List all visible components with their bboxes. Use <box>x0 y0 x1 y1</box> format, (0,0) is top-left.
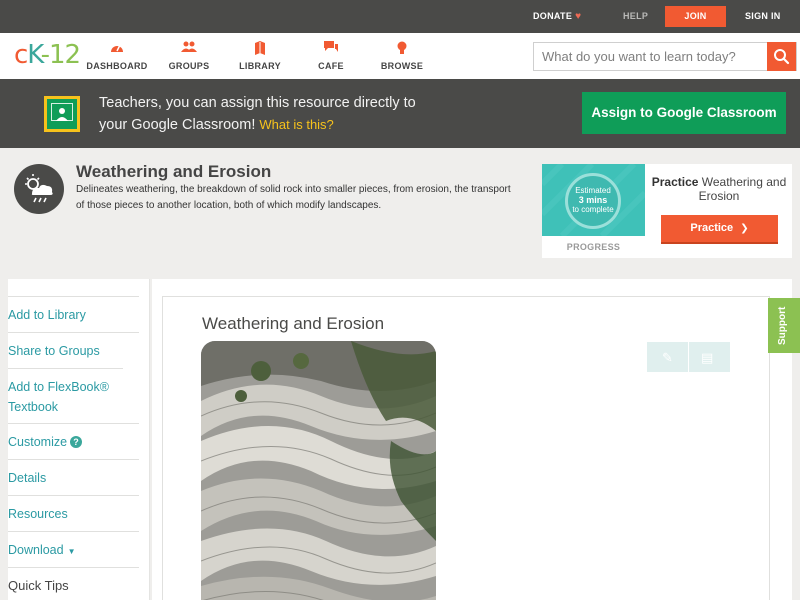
nav-cafe[interactable]: CAFE <box>296 41 366 71</box>
customize-link[interactable]: Customize? <box>8 423 139 460</box>
share-to-groups-label: Share to Groups <box>8 344 100 358</box>
heart-icon: ♥ <box>575 11 582 22</box>
chat-icon <box>296 41 366 57</box>
nav-dashboard-label: DASHBOARD <box>86 61 148 71</box>
search-icon <box>774 49 790 65</box>
notes-icon[interactable]: ▤ <box>701 350 713 366</box>
weather-icon <box>14 164 64 214</box>
search-box <box>533 42 797 71</box>
assign-to-google-classroom-button[interactable]: Assign to Google Classroom <box>582 92 786 134</box>
ck12-logo[interactable]: cK-12 <box>14 40 81 70</box>
logo-k: K <box>27 40 41 70</box>
donate-label: DONATE <box>533 11 573 21</box>
donate-link[interactable]: DONATE ♥ <box>533 0 581 33</box>
chevron-right-icon: ❯ <box>740 223 749 234</box>
nav-browse[interactable]: BROWSE <box>367 41 437 71</box>
concept-description: Delineates weathering, the breakdown of … <box>76 184 511 211</box>
users-icon <box>154 41 224 57</box>
lightbulb-icon <box>367 41 437 57</box>
nav-groups[interactable]: GROUPS <box>154 41 224 71</box>
quick-tips-label: Quick Tips <box>8 578 69 593</box>
practice-title: Practice Weathering and Erosion <box>648 175 790 203</box>
pencil-icon[interactable]: ✎ <box>662 350 673 366</box>
nav-dashboard[interactable]: DASHBOARD <box>82 41 152 71</box>
estimate-graphic: Estimated 3 mins to complete <box>542 164 645 236</box>
search-button[interactable] <box>767 42 796 71</box>
support-label: Support <box>777 306 788 345</box>
details-label: Details <box>8 471 47 485</box>
classroom-line1: Teachers, you can assign this resource d… <box>99 95 416 111</box>
add-to-flexbook-link[interactable]: Add to FlexBook® Textbook <box>8 368 123 424</box>
tool-divider <box>688 342 689 372</box>
details-link[interactable]: Details <box>8 459 139 496</box>
rock-formation-image <box>201 341 436 600</box>
classroom-person-icon <box>56 108 68 121</box>
to-complete-label: to complete <box>572 205 614 214</box>
practice-title-bold: Practice <box>651 175 699 189</box>
quick-tips-heading[interactable]: Quick Tips <box>8 567 139 600</box>
resources-label: Resources <box>8 507 68 521</box>
practice-button-label: Practice <box>690 222 734 234</box>
book-icon <box>225 41 295 57</box>
content-tools: ✎ ▤ <box>647 342 730 372</box>
nav-browse-label: BROWSE <box>380 61 424 71</box>
search-input[interactable] <box>534 43 770 70</box>
nav-library-label: LIBRARY <box>239 61 281 71</box>
sign-in-link[interactable]: SIGN IN <box>745 0 781 33</box>
progress-label: PROGRESS <box>566 242 621 252</box>
support-tab[interactable]: Support <box>768 298 800 353</box>
concept-title: Weathering and Erosion <box>76 162 272 181</box>
logo-c: c <box>14 40 28 70</box>
nav-groups-label: GROUPS <box>168 61 210 71</box>
download-link[interactable]: Download ▼ <box>8 531 139 568</box>
nav-library[interactable]: LIBRARY <box>225 41 295 71</box>
resources-link[interactable]: Resources <box>8 495 139 532</box>
help-link[interactable]: HELP <box>623 0 648 33</box>
estimate-ring: Estimated 3 mins to complete <box>565 173 621 229</box>
customize-label: Customize <box>8 435 68 449</box>
classroom-line2: your Google Classroom! <box>99 117 256 133</box>
add-to-library-label: Add to Library <box>8 308 86 322</box>
add-to-flexbook-label: Add to FlexBook® Textbook <box>8 380 109 414</box>
nav-cafe-label: CAFE <box>318 61 344 71</box>
google-classroom-icon <box>44 96 80 132</box>
what-is-this-link[interactable]: What is this? <box>259 117 333 132</box>
gauge-icon <box>82 41 152 57</box>
estimated-minutes: 3 mins <box>578 195 608 205</box>
share-to-groups-link[interactable]: Share to Groups <box>8 332 139 369</box>
caret-down-icon: ▼ <box>67 547 76 556</box>
google-classroom-banner: Teachers, you can assign this resource d… <box>0 79 800 148</box>
practice-title-rest: Weathering and Erosion <box>698 175 787 203</box>
practice-card: Estimated 3 mins to complete PROGRESS Pr… <box>542 164 792 258</box>
logo-12: -12 <box>40 40 81 70</box>
estimated-label: Estimated <box>575 186 611 195</box>
top-utility-bar: DONATE ♥ HELP JOIN SIGN IN <box>0 0 800 33</box>
classroom-message: Teachers, you can assign this resource d… <box>99 93 479 136</box>
main-nav-bar: cK-12 DASHBOARD GROUPS LIBRARY CAFE BROW… <box>0 33 800 79</box>
content-title: Weathering and Erosion <box>202 314 385 333</box>
help-question-icon[interactable]: ? <box>70 436 83 448</box>
practice-button[interactable]: Practice ❯ <box>661 215 778 244</box>
add-to-library-link[interactable]: Add to Library <box>8 296 139 333</box>
join-button[interactable]: JOIN <box>665 6 726 27</box>
download-label: Download <box>8 543 64 557</box>
